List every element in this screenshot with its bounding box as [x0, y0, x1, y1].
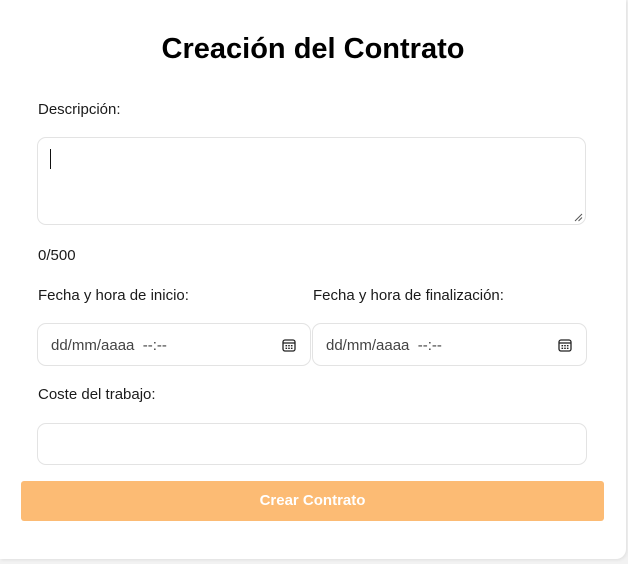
- end-datetime-input[interactable]: dd/mm/aaaa --:--: [312, 323, 587, 366]
- start-datetime-label: Fecha y hora de inicio:: [38, 287, 189, 304]
- character-counter: 0/500: [38, 247, 76, 264]
- end-datetime-placeholder: dd/mm/aaaa --:--: [326, 337, 442, 354]
- contract-form-card: Creación del Contrato Descripción: 0/500…: [0, 0, 626, 559]
- create-contract-button[interactable]: Crear Contrato: [21, 481, 604, 521]
- cost-label: Coste del trabajo:: [38, 386, 156, 403]
- calendar-icon[interactable]: [282, 338, 296, 352]
- resize-grip-icon[interactable]: [574, 213, 583, 222]
- start-datetime-input[interactable]: dd/mm/aaaa --:--: [37, 323, 311, 366]
- start-datetime-placeholder: dd/mm/aaaa --:--: [51, 337, 167, 354]
- calendar-icon[interactable]: [558, 338, 572, 352]
- page-title: Creación del Contrato: [161, 33, 465, 65]
- cost-input[interactable]: [37, 423, 587, 465]
- description-label: Descripción:: [38, 101, 121, 118]
- description-textarea[interactable]: [37, 137, 586, 225]
- end-datetime-label: Fecha y hora de finalización:: [313, 287, 504, 304]
- text-caret: [50, 149, 51, 169]
